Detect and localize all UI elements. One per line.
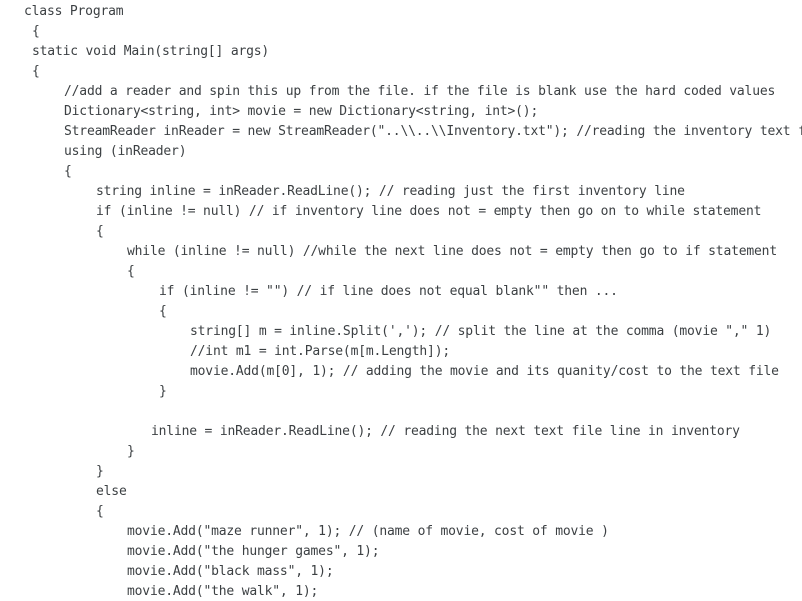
code-line: } xyxy=(127,444,135,459)
code-line: string[] m = inline.Split(','); // split… xyxy=(190,324,772,339)
code-line: movie.Add("black mass", 1); xyxy=(127,564,334,579)
code-line: } xyxy=(159,384,167,399)
code-line: } xyxy=(96,464,104,479)
code-line: if (inline != null) // if inventory line… xyxy=(96,204,762,219)
code-line: if (inline != "") // if line does not eq… xyxy=(159,284,618,299)
code-line: { xyxy=(96,224,104,239)
code-line: { xyxy=(32,24,40,39)
code-line: { xyxy=(127,264,135,279)
code-line: class Program xyxy=(24,4,124,19)
code-line: StreamReader inReader = new StreamReader… xyxy=(64,124,802,139)
code-line: movie.Add("maze runner", 1); // (name of… xyxy=(127,524,609,539)
code-line: while (inline != null) //while the next … xyxy=(127,244,777,259)
code-line: //add a reader and spin this up from the… xyxy=(64,84,776,99)
code-line: movie.Add(m[0], 1); // adding the movie … xyxy=(190,364,779,379)
code-line: { xyxy=(96,504,104,519)
code-line: { xyxy=(32,64,40,79)
code-line: string inline = inReader.ReadLine(); // … xyxy=(96,184,685,199)
code-line: movie.Add("the walk", 1); xyxy=(127,584,319,599)
code-line: Dictionary<string, int> movie = new Dict… xyxy=(64,104,539,119)
code-line: else xyxy=(96,484,127,499)
code-line: { xyxy=(159,304,167,319)
code-line: //int m1 = int.Parse(m[m.Length]); xyxy=(190,344,450,359)
code-line: using (inReader) xyxy=(64,144,187,159)
code-block: class Program { static void Main(string[] … xyxy=(0,0,802,601)
code-line: movie.Add("the hunger games", 1); xyxy=(127,544,380,559)
code-line: { xyxy=(64,164,72,179)
code-line: static void Main(string[] args) xyxy=(32,44,270,59)
code-line: inline = inReader.ReadLine(); // reading… xyxy=(151,424,740,439)
